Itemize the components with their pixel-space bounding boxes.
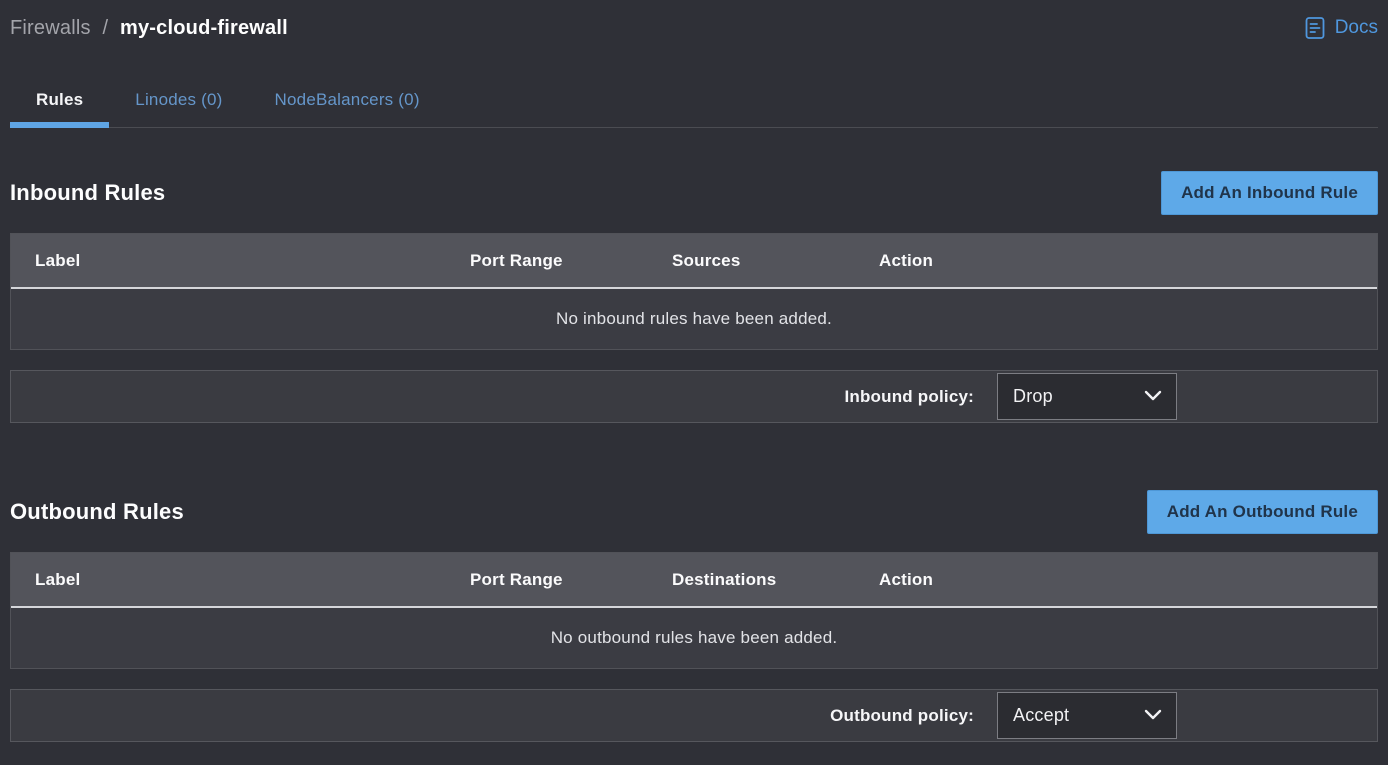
outbound-table-header: Label Port Range Destinations Action — [11, 553, 1377, 608]
inbound-empty-text: No inbound rules have been added. — [556, 309, 832, 329]
breadcrumb-separator: / — [102, 17, 108, 39]
outbound-policy-label: Outbound policy: — [830, 706, 974, 726]
breadcrumb: Firewalls / my-cloud-firewall — [10, 17, 288, 40]
active-tab-underline — [10, 122, 109, 128]
inbound-policy-value: Drop — [1013, 386, 1053, 407]
inbound-policy-select[interactable]: Drop — [997, 373, 1177, 420]
outbound-policy-select[interactable]: Accept — [997, 692, 1177, 739]
outbound-col-action: Action — [879, 570, 1377, 590]
add-inbound-rule-button[interactable]: Add An Inbound Rule — [1161, 171, 1378, 215]
inbound-rules-table: Label Port Range Sources Action No inbou… — [10, 233, 1378, 350]
add-outbound-rule-button[interactable]: Add An Outbound Rule — [1147, 490, 1378, 534]
tab-nodebalancers[interactable]: NodeBalancers (0) — [249, 82, 446, 127]
tab-rules-label: Rules — [36, 90, 83, 109]
outbound-empty-text: No outbound rules have been added. — [551, 628, 838, 648]
inbound-table-header: Label Port Range Sources Action — [11, 234, 1377, 289]
docs-link[interactable]: Docs — [1304, 16, 1378, 40]
firewall-detail-page: Firewalls / my-cloud-firewall Docs Rules… — [0, 6, 1388, 742]
breadcrumb-current-firewall: my-cloud-firewall — [120, 17, 288, 39]
inbound-policy-row: Inbound policy: Drop — [10, 370, 1378, 423]
inbound-rules-title: Inbound Rules — [10, 180, 165, 206]
outbound-section-header: Outbound Rules Add An Outbound Rule — [10, 490, 1378, 534]
outbound-rules-table: Label Port Range Destinations Action No … — [10, 552, 1378, 669]
docs-label: Docs — [1335, 17, 1378, 39]
tab-linodes[interactable]: Linodes (0) — [109, 82, 248, 127]
tab-rules[interactable]: Rules — [10, 82, 109, 127]
outbound-col-label: Label — [11, 570, 470, 590]
policy-spacer — [1177, 715, 1377, 716]
inbound-empty-row: No inbound rules have been added. — [11, 289, 1377, 349]
chevron-down-icon — [1144, 388, 1162, 406]
tab-linodes-label: Linodes (0) — [135, 90, 222, 109]
inbound-col-sources: Sources — [672, 251, 879, 271]
tab-bar: Rules Linodes (0) NodeBalancers (0) — [10, 82, 1378, 128]
docs-document-icon — [1304, 16, 1326, 40]
chevron-down-icon — [1144, 707, 1162, 725]
inbound-policy-label: Inbound policy: — [844, 387, 974, 407]
inbound-col-action: Action — [879, 251, 1377, 271]
policy-spacer — [1177, 396, 1377, 397]
outbound-rules-title: Outbound Rules — [10, 499, 184, 525]
tab-nodebalancers-label: NodeBalancers (0) — [275, 90, 420, 109]
inbound-col-label: Label — [11, 251, 470, 271]
outbound-col-port-range: Port Range — [470, 570, 672, 590]
outbound-policy-value: Accept — [1013, 705, 1069, 726]
outbound-policy-row: Outbound policy: Accept — [10, 689, 1378, 742]
inbound-section-header: Inbound Rules Add An Inbound Rule — [10, 171, 1378, 215]
outbound-col-destinations: Destinations — [672, 570, 879, 590]
outbound-empty-row: No outbound rules have been added. — [11, 608, 1377, 668]
inbound-col-port-range: Port Range — [470, 251, 672, 271]
breadcrumb-firewalls-link[interactable]: Firewalls — [10, 17, 91, 39]
topbar: Firewalls / my-cloud-firewall Docs — [10, 6, 1378, 50]
